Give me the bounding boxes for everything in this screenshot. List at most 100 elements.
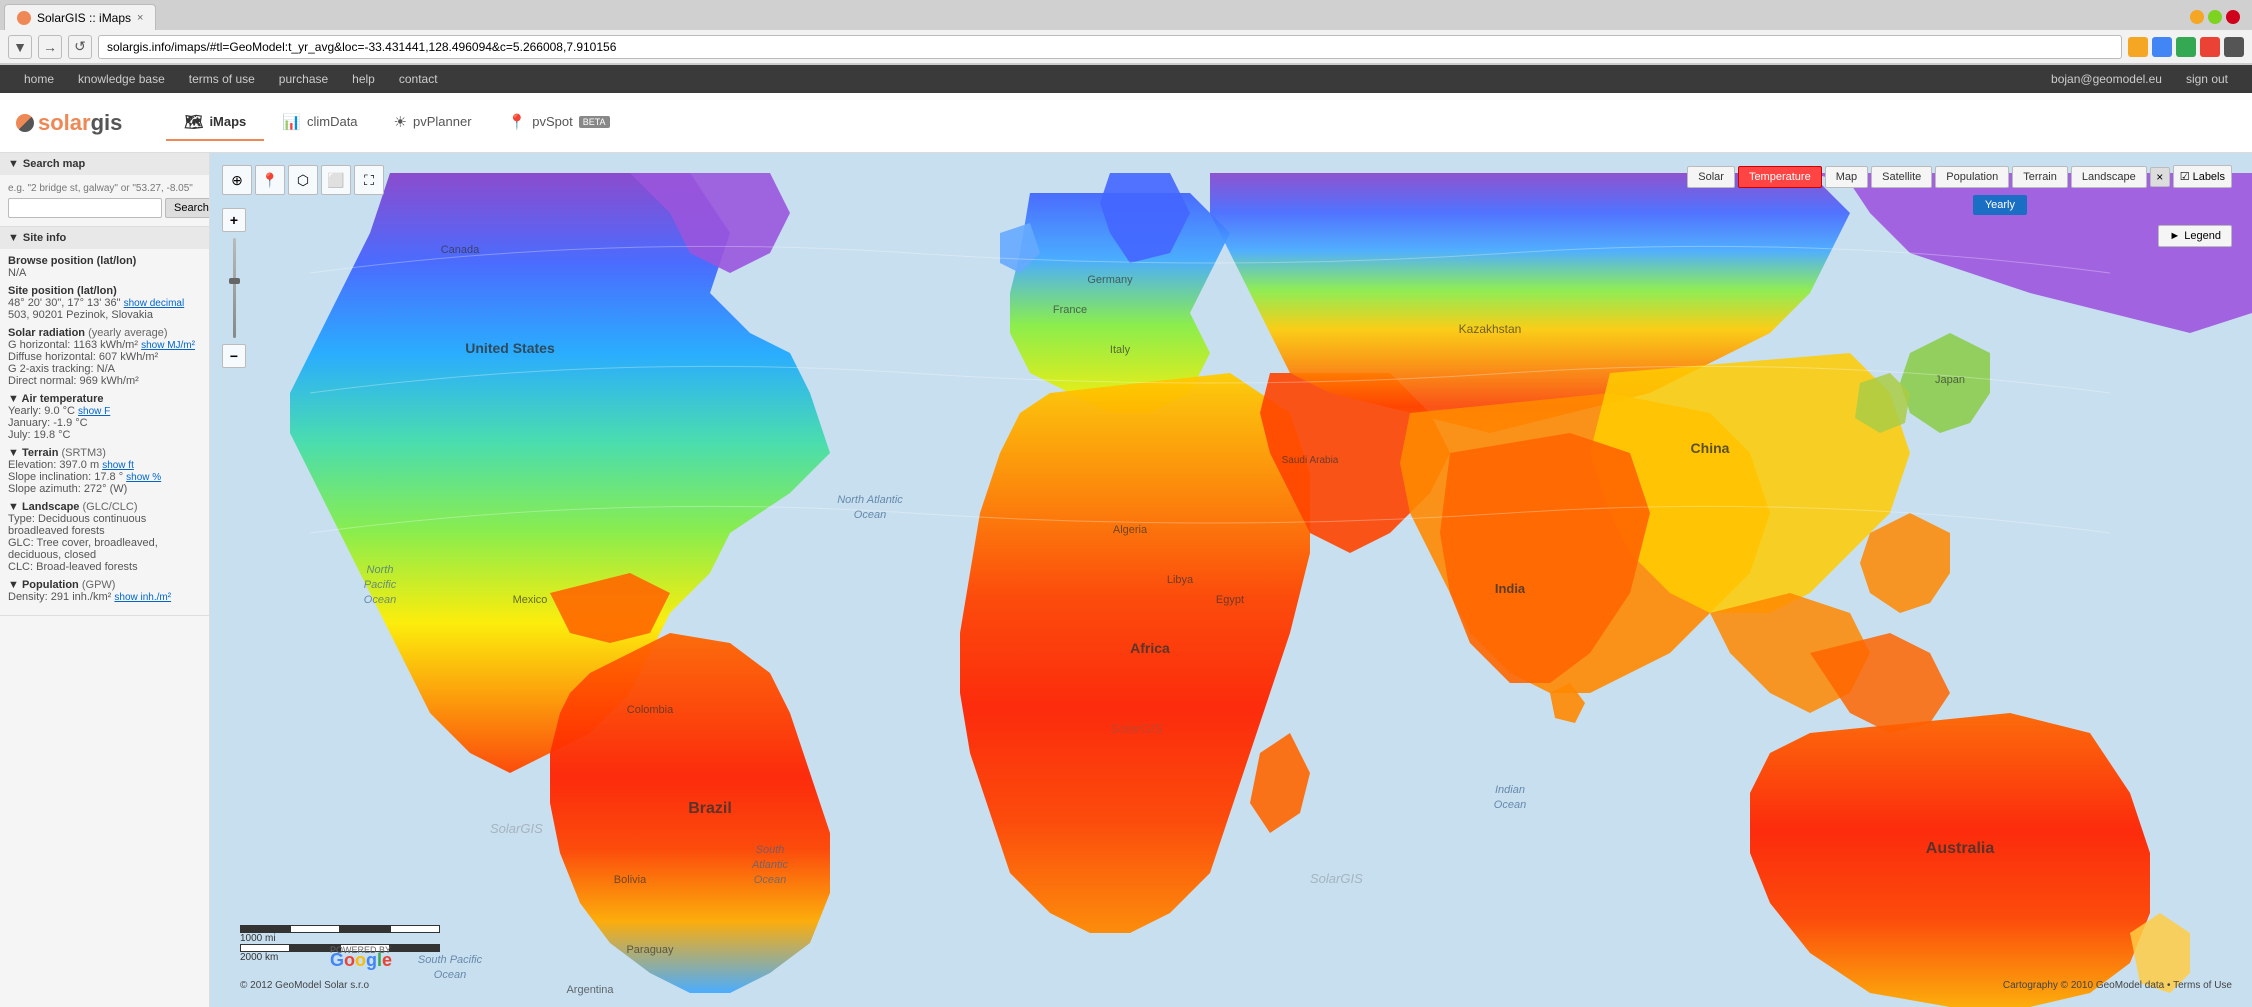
site-position-coords: 48° 20' 30", 17° 13' 36" <box>8 297 121 309</box>
diffuse-horizontal-row: Diffuse horizontal: 607 kWh/m² <box>8 351 201 363</box>
terrain-row: ▼ Terrain (SRTM3) Elevation: 397.0 m sho… <box>8 447 201 495</box>
svg-text:Colombia: Colombia <box>627 704 674 716</box>
polygon-tool[interactable]: ⬡ <box>288 165 318 195</box>
pvspot-badge: BETA <box>579 116 610 128</box>
solar-radiation-label: Solar radiation (yearly average) <box>8 327 201 339</box>
svg-text:Bolivia: Bolivia <box>614 874 647 886</box>
terrain-layer-btn[interactable]: Terrain <box>2012 166 2068 188</box>
legend-btn[interactable]: ► Legend <box>2158 225 2232 247</box>
tab-climdata-label: climData <box>307 114 358 129</box>
map-background[interactable]: United States Canada Mexico Brazil Colom… <box>210 153 2252 1007</box>
slope-azimuth-row: Slope azimuth: 272° (W) <box>8 483 201 495</box>
search-map-header[interactable]: ▼ Search map <box>0 153 209 175</box>
show-decimal-link[interactable]: show decimal <box>124 298 185 309</box>
nav-purchase[interactable]: purchase <box>267 65 340 93</box>
landscape-layer-btn[interactable]: Landscape <box>2071 166 2147 188</box>
nav-knowledge-base[interactable]: knowledge base <box>66 65 177 93</box>
map-copyright-left: © 2012 GeoModel Solar s.r.o <box>240 980 369 991</box>
svg-text:Ocean: Ocean <box>754 874 786 886</box>
scale-seg-light <box>290 925 340 933</box>
svg-text:Ocean: Ocean <box>1494 799 1526 811</box>
terrain-label: ▼ Terrain (SRTM3) <box>8 447 201 459</box>
svg-text:Canada: Canada <box>441 244 480 256</box>
show-mj-link[interactable]: show MJ/m² <box>141 340 195 351</box>
ext-icon-1[interactable] <box>2152 37 2172 57</box>
svg-text:Italy: Italy <box>1110 344 1131 356</box>
svg-text:India: India <box>1495 581 1526 596</box>
tab-pvspot-label: pvSpot <box>532 114 572 129</box>
show-inh-m2-link[interactable]: show inh./m² <box>114 592 171 603</box>
nav-help[interactable]: help <box>340 65 387 93</box>
yearly-label: Yearly <box>1985 199 2015 211</box>
show-ft-link[interactable]: show ft <box>102 460 134 471</box>
zoom-in-button[interactable]: + <box>222 208 246 232</box>
tab-pvspot[interactable]: 📍 pvSpot BETA <box>490 105 628 141</box>
svg-text:Indian: Indian <box>1495 784 1525 796</box>
january-temp-row: January: -1.9 °C <box>8 417 201 429</box>
map-layer-controls: Solar Temperature Map Satellite Populati… <box>1687 165 2232 188</box>
elevation-row: Elevation: 397.0 m show ft <box>8 459 201 471</box>
tab-close-btn[interactable]: × <box>137 12 143 24</box>
labels-text: Labels <box>2193 171 2225 183</box>
close-btn[interactable] <box>2226 10 2240 24</box>
solar-layer-btn[interactable]: Solar <box>1687 166 1735 188</box>
pin-tool[interactable]: 📍 <box>255 165 285 195</box>
forward-button[interactable]: → <box>38 35 62 59</box>
google-logo: Google <box>330 950 392 971</box>
tab-favicon <box>17 11 31 25</box>
map-container[interactable]: United States Canada Mexico Brazil Colom… <box>210 153 2252 1007</box>
ext-icon-3[interactable] <box>2200 37 2220 57</box>
compass-tool[interactable]: ⊕ <box>222 165 252 195</box>
nav-terms-of-use[interactable]: terms of use <box>177 65 267 93</box>
svg-text:North Atlantic: North Atlantic <box>837 494 903 506</box>
browser-tab[interactable]: SolarGIS :: iMaps × <box>4 4 156 30</box>
zoom-slider[interactable] <box>233 238 236 338</box>
satellite-layer-btn[interactable]: Satellite <box>1871 166 1932 188</box>
settings-icon[interactable] <box>2224 37 2244 57</box>
scale-seg-km4 <box>390 944 440 952</box>
search-button[interactable]: Search <box>165 198 210 218</box>
site-info-header[interactable]: ▼ Site info <box>0 227 209 249</box>
map-tools: ⊕ 📍 ⬡ ⬜ ⛶ <box>222 165 384 195</box>
yearly-submenu[interactable]: Yearly <box>1973 195 2027 215</box>
url-field[interactable] <box>98 35 2122 59</box>
tab-imaps[interactable]: 🗺 iMaps <box>166 105 264 141</box>
back-button[interactable]: ▼ <box>8 35 32 59</box>
nav-home[interactable]: home <box>12 65 66 93</box>
app-tabs: 🗺 iMaps 📊 climData ☀ pvPlanner 📍 pvSpot … <box>166 105 627 141</box>
sign-out-link[interactable]: sign out <box>2174 65 2240 93</box>
slope-inclination-row: Slope inclination: 17.8 ° show % <box>8 471 201 483</box>
svg-text:China: China <box>1691 440 1730 456</box>
logo-icon <box>16 114 34 132</box>
rectangle-tool[interactable]: ⬜ <box>321 165 351 195</box>
temperature-layer-btn[interactable]: Temperature <box>1738 166 1822 188</box>
tab-pvplanner[interactable]: ☀ pvPlanner <box>376 105 490 141</box>
map-layer-btn[interactable]: Map <box>1825 166 1868 188</box>
layer-close-btn[interactable]: × <box>2150 167 2170 187</box>
star-icon[interactable] <box>2128 37 2148 57</box>
tab-climdata[interactable]: 📊 climData <box>264 105 375 141</box>
zoom-handle[interactable] <box>229 278 240 284</box>
svg-text:Argentina: Argentina <box>566 984 614 996</box>
ext-icon-2[interactable] <box>2176 37 2196 57</box>
fullscreen-tool[interactable]: ⛶ <box>354 165 384 195</box>
population-layer-btn[interactable]: Population <box>1935 166 2009 188</box>
search-map-title: Search map <box>23 158 85 170</box>
show-percent-link[interactable]: show % <box>126 472 161 483</box>
svg-text:Algeria: Algeria <box>1113 524 1148 536</box>
nav-contact[interactable]: contact <box>387 65 450 93</box>
google-e: e <box>382 950 392 970</box>
maximize-btn[interactable] <box>2208 10 2222 24</box>
svg-text:United States: United States <box>465 340 555 356</box>
minimize-btn[interactable] <box>2190 10 2204 24</box>
tab-imaps-icon: 🗺 <box>184 113 203 131</box>
zoom-out-button[interactable]: − <box>222 344 246 368</box>
svg-text:North: North <box>367 564 394 576</box>
labels-btn[interactable]: ☑ Labels <box>2173 165 2232 188</box>
site-info-content: Browse position (lat/lon) N/A Site posit… <box>0 249 209 615</box>
search-input[interactable] <box>8 198 162 218</box>
show-f-link[interactable]: show F <box>78 406 110 417</box>
site-info-title: Site info <box>23 232 66 244</box>
refresh-button[interactable]: ↺ <box>68 35 92 59</box>
scale-seg-km1 <box>240 944 290 952</box>
